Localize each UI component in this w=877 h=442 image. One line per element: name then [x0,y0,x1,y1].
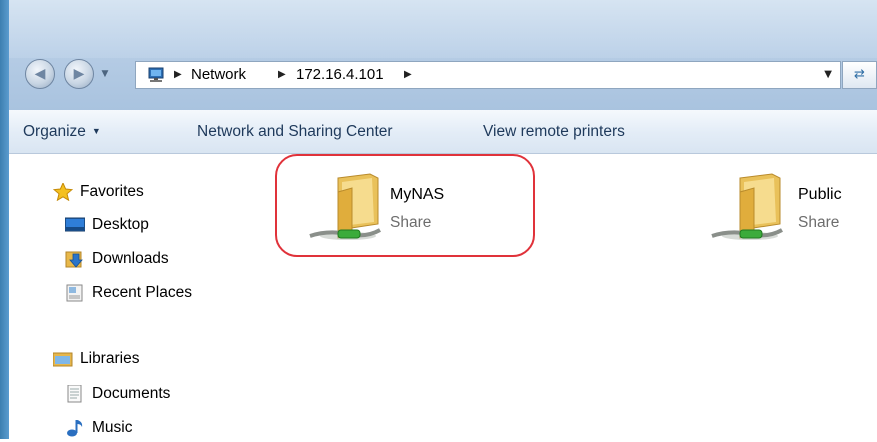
breadcrumb-network[interactable]: Network [191,62,246,88]
breadcrumb-host[interactable]: 172.16.4.101 [296,62,384,88]
breadcrumb-separator-icon[interactable]: ▶ [278,62,286,88]
nav-libraries[interactable]: Libraries [52,347,140,371]
view-remote-printers-button[interactable]: View remote printers [483,110,625,153]
nav-favorites-label: Favorites [80,183,144,200]
nav-desktop[interactable]: Desktop [64,213,149,237]
breadcrumb-separator-icon[interactable]: ▶ [404,62,412,88]
nav-recent-places[interactable]: Recent Places [65,281,192,305]
organize-menu[interactable]: Organize ▼ [23,110,101,153]
address-bar[interactable]: ▶ Network ▶ 172.16.4.101 ▶ ▼ [135,61,841,89]
nav-downloads[interactable]: Downloads [65,247,169,271]
forward-button[interactable]: ▶ [64,59,94,89]
network-share-folder-icon [711,173,783,240]
forward-arrow-icon: ▶ [73,66,85,82]
nav-libraries-label: Libraries [80,350,140,367]
music-note-icon [65,419,85,437]
refresh-icon: ⇄ [854,67,865,82]
back-button[interactable]: ◀ [25,59,55,89]
nav-music-label: Music [92,419,133,436]
window-frame-left [0,0,9,439]
libraries-icon [52,350,73,368]
desktop-icon [64,216,86,234]
network-icon [148,67,164,82]
title-bar-top [9,0,877,58]
star-icon [52,181,74,202]
share-item-public[interactable]: Public Share [710,172,870,247]
recent-pages-dropdown[interactable]: ▼ [97,62,113,86]
back-arrow-icon: ◀ [34,66,46,82]
breadcrumb-separator-icon[interactable]: ▶ [174,62,182,88]
navigation-pane: Favorites Desktop Downloads Recent Place… [9,154,261,439]
nav-documents-label: Documents [92,385,171,402]
nav-desktop-label: Desktop [92,216,149,233]
command-bar: Organize ▼ Network and Sharing Center Vie… [9,110,877,154]
share-name: Public [798,186,842,203]
address-dropdown-icon[interactable]: ▼ [824,62,832,88]
nav-downloads-label: Downloads [92,250,169,267]
nav-favorites[interactable]: Favorites [52,180,144,204]
downloads-folder-icon [65,250,85,268]
refresh-button[interactable]: ⇄ [842,61,877,89]
network-sharing-center-button[interactable]: Network and Sharing Center [197,110,393,153]
share-type: Share [798,214,840,231]
recent-places-icon [65,284,85,302]
nav-music[interactable]: Music [65,416,132,440]
nav-documents[interactable]: Documents [65,382,170,406]
nav-recent-places-label: Recent Places [92,284,192,301]
caret-down-icon: ▼ [91,126,101,136]
highlight-annotation [275,154,535,257]
documents-icon [65,384,85,403]
organize-label: Organize [23,123,86,140]
title-bar [9,0,877,110]
